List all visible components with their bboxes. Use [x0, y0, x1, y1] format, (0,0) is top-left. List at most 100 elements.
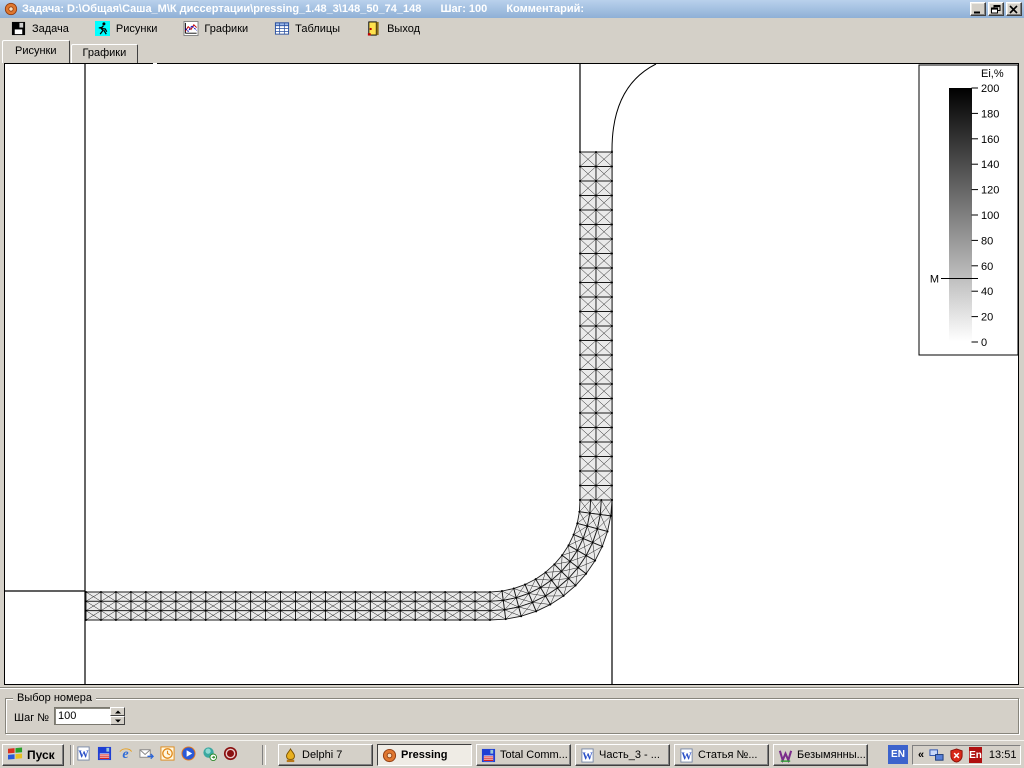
window-title-step: Шаг: 100 — [440, 3, 487, 15]
toolbar-item-label: Выход — [387, 23, 420, 35]
toolbar-item-label: Рисунки — [116, 23, 158, 35]
toolbar-item-графики[interactable]: Графики — [174, 19, 257, 39]
toolbar-item-выход[interactable]: Выход — [357, 19, 429, 39]
svg-text:W: W — [582, 751, 593, 762]
drawing-canvas: 200180160140120100806040200Ei,%M — [4, 63, 1019, 685]
step-label: Шаг № — [14, 712, 49, 724]
legend-title: Ei,% — [981, 68, 1004, 80]
task-buttons: Delphi 7 Pressing Total Comm... W Часть_3 - … — [278, 744, 868, 766]
start-button[interactable]: Пуск — [2, 744, 64, 766]
task-button-label: Часть_3 - ... — [599, 749, 660, 761]
tab-label: Графики — [83, 47, 127, 59]
step-groupbox: Выбор номера Шаг № — [5, 698, 1019, 734]
legend-tick-label: 0 — [981, 337, 987, 349]
floppy-tc-icon[interactable] — [97, 746, 114, 763]
task-button-6[interactable]: Безымянны... — [773, 744, 868, 766]
step-panel: Выбор номера Шаг № — [0, 690, 1024, 740]
groupbox-title: Выбор номера — [13, 692, 96, 704]
task-button-label: Total Comm... — [500, 749, 568, 761]
legend-tick-label: 80 — [981, 235, 993, 247]
floppy-tc-icon — [481, 748, 496, 763]
toolbar-item-рисунки[interactable]: Рисунки — [86, 19, 167, 39]
legend-tick-label: 120 — [981, 185, 999, 197]
svg-text:W: W — [681, 751, 692, 762]
outlook-icon[interactable] — [139, 746, 156, 763]
task-button-4[interactable]: W Часть_3 - ... — [575, 744, 670, 766]
legend-tick-label: 60 — [981, 261, 993, 273]
ie-icon[interactable]: e — [118, 746, 135, 763]
caption-buttons — [970, 2, 1022, 16]
task-button-label: Статья №... — [698, 749, 758, 761]
toolbar-item-таблицы[interactable]: Таблицы — [265, 19, 349, 39]
runner-icon — [95, 21, 111, 37]
word-icon: W — [580, 748, 595, 763]
delphi-icon — [283, 748, 298, 763]
table-icon — [274, 21, 290, 37]
minimize-button[interactable] — [970, 2, 986, 16]
die-entry-fillet — [612, 64, 656, 150]
windows-flag-icon — [7, 746, 24, 764]
step-down-button[interactable] — [110, 716, 125, 725]
window-title-comment: Комментарий: — [506, 3, 584, 15]
floppy-icon — [11, 21, 27, 37]
start-label: Пуск — [27, 748, 55, 762]
exit-door-icon — [366, 21, 382, 37]
tab-графики[interactable]: Графики — [71, 44, 139, 63]
pressing-icon — [382, 748, 397, 763]
punto-language-indicator[interactable]: En — [969, 747, 982, 763]
taskbar: Пуск We Delphi 7 Pressing Total Comm... W Ча… — [0, 740, 1024, 768]
wmp-icon[interactable] — [181, 746, 198, 763]
language-indicator[interactable]: EN — [888, 745, 908, 764]
task-button-1[interactable]: Delphi 7 — [278, 744, 373, 766]
app-donut-icon — [4, 2, 18, 16]
toolbar: Задача Рисунки Графики Таблицы Выход — [0, 18, 1024, 40]
quick-launch: We — [76, 746, 240, 763]
taskbar-separator — [262, 745, 266, 765]
window-titlebar: Задача: D:\Общая\Саша_М\К диссертации\pr… — [0, 0, 1024, 18]
word-icon: W — [679, 748, 694, 763]
restore-button[interactable] — [988, 2, 1004, 16]
legend-tick-label: 20 — [981, 312, 993, 324]
taskbar-separator — [70, 745, 74, 765]
fem-figure: 200180160140120100806040200Ei,%M — [5, 64, 1018, 684]
step-up-button[interactable] — [110, 707, 125, 716]
opera-icon[interactable] — [223, 746, 240, 763]
chart-icon — [183, 21, 199, 37]
legend-tick-label: 160 — [981, 134, 999, 146]
task-button-label: Безымянны... — [797, 749, 866, 761]
close-button[interactable] — [1006, 2, 1022, 16]
legend-tick-label: 40 — [981, 286, 993, 298]
task-button-label: Pressing — [401, 749, 447, 761]
network-icon[interactable] — [929, 748, 944, 763]
window-title-path: Задача: D:\Общая\Саша_М\К диссертации\pr… — [22, 3, 421, 15]
task-button-3[interactable]: Total Comm... — [476, 744, 571, 766]
fem-mesh — [85, 151, 613, 621]
legend-tick-label: 100 — [981, 210, 999, 222]
taskbar-clock: 13:51 — [989, 749, 1017, 761]
clock-app-icon[interactable] — [160, 746, 177, 763]
toolbar-item-label: Графики — [204, 23, 248, 35]
legend-tick-label: 140 — [981, 159, 999, 171]
legend-marker-label: M — [930, 274, 939, 286]
tab-label: Рисунки — [15, 45, 57, 57]
tab-рисунки[interactable]: Рисунки — [2, 40, 70, 63]
legend-gradient-bar — [949, 88, 972, 342]
tabstrip: Рисунки Графики — [0, 40, 1024, 63]
word-icon[interactable]: W — [76, 746, 93, 763]
tray-chevron[interactable]: « — [918, 749, 924, 761]
downloader-icon[interactable] — [202, 746, 219, 763]
step-number-input[interactable] — [54, 707, 112, 725]
svg-text:W: W — [78, 749, 89, 760]
wordart-icon — [778, 748, 793, 763]
toolbar-item-label: Задача — [32, 23, 69, 35]
task-button-5[interactable]: W Статья №... — [674, 744, 769, 766]
toolbar-item-задача[interactable]: Задача — [2, 19, 78, 39]
system-tray: « En 13:51 — [912, 745, 1021, 765]
task-button-2[interactable]: Pressing — [377, 744, 472, 766]
panel-separator — [0, 687, 1024, 689]
step-spinner — [110, 707, 125, 725]
window-title: Задача: D:\Общая\Саша_М\К диссертации\pr… — [22, 3, 600, 15]
antivirus-shield-icon[interactable] — [949, 748, 964, 763]
screen: Задача: D:\Общая\Саша_М\К диссертации\pr… — [0, 0, 1024, 768]
border-gap — [153, 63, 157, 64]
